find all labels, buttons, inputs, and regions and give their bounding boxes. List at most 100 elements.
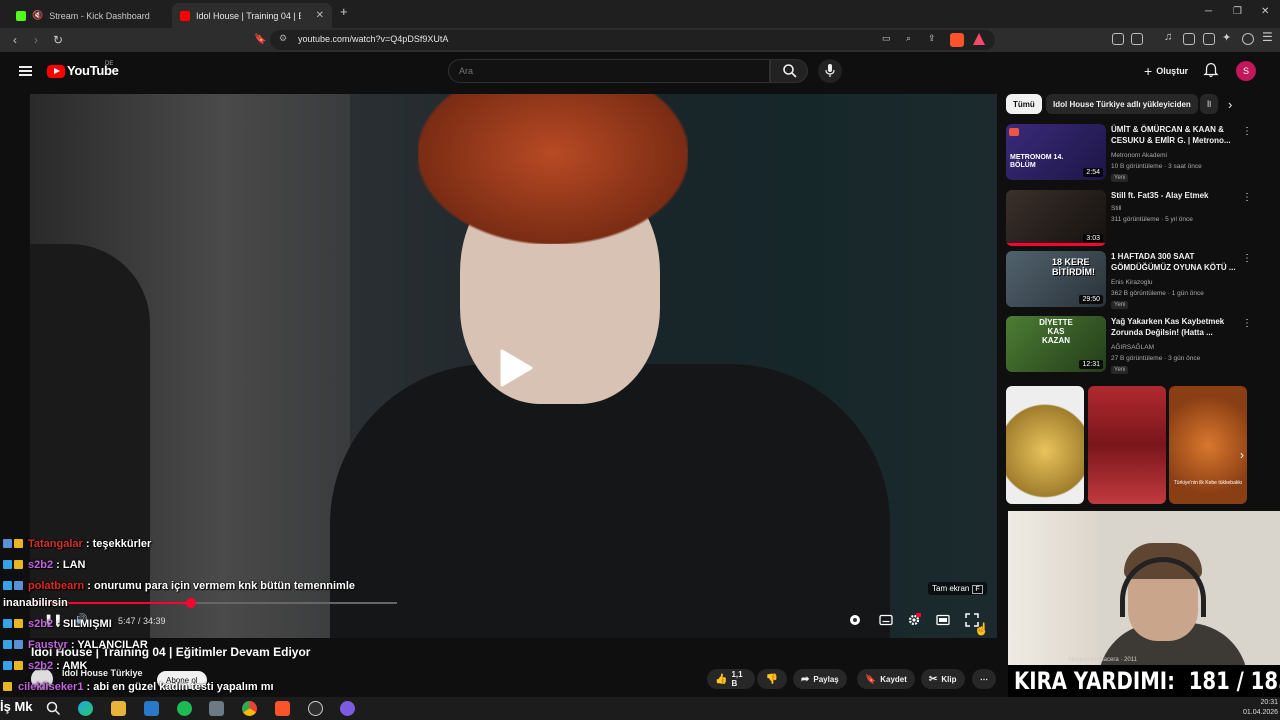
video-thumbnail[interactable]: METRONOM 14. BÖLÜM 2:54 bbox=[1006, 124, 1106, 180]
chip-related[interactable]: İl bbox=[1200, 94, 1218, 114]
chat-badges-icon bbox=[3, 539, 25, 549]
tab-kick-dashboard[interactable]: 🔇 Stream - Kick Dashboard bbox=[8, 3, 168, 28]
notifications-bell-icon[interactable] bbox=[1203, 62, 1219, 78]
leo-ai-icon[interactable]: ✦ bbox=[1222, 31, 1234, 44]
store-icon[interactable] bbox=[144, 701, 159, 716]
chat-message: s2b2 : LAN bbox=[3, 559, 85, 571]
play-icon[interactable] bbox=[498, 348, 534, 388]
video-title[interactable]: 1 HAFTADA 300 SAAT GÖMDÜĞÜMÜZ OYUNA KÖTÜ… bbox=[1111, 251, 1236, 273]
theater-mode-button[interactable] bbox=[936, 613, 950, 627]
video-thumbnail[interactable]: DİYETTE KAS KAZAN 12:31 bbox=[1006, 316, 1106, 372]
video-thumbnail[interactable]: 18 KERE BİTİRDİM! 29:50 bbox=[1006, 251, 1106, 307]
create-label: Oluştur bbox=[1156, 66, 1189, 76]
calculator-icon[interactable] bbox=[209, 701, 224, 716]
menu-icon[interactable]: ☰ bbox=[1262, 30, 1274, 44]
video-title[interactable]: Still ft. Fat35 - Alay Etmek bbox=[1111, 190, 1236, 201]
short-thumbnail[interactable] bbox=[1006, 386, 1084, 504]
video-thumbnail[interactable]: 3:03 bbox=[1006, 190, 1106, 246]
like-button[interactable]: 👍 1,1 B bbox=[707, 669, 755, 689]
youtube-favicon-icon bbox=[180, 10, 190, 21]
shorts-next-chevron-icon[interactable]: › bbox=[1240, 448, 1244, 462]
short-thumbnail[interactable]: Türkiye'nin ilk Kebe tükkebakkı bbox=[1169, 386, 1247, 504]
video-channel[interactable]: Metronom Akademi bbox=[1111, 150, 1167, 161]
video-channel[interactable]: AĞIRSAĞLAM bbox=[1111, 342, 1154, 353]
sidebar-video[interactable]: 18 KERE BİTİRDİM! 29:50 1 HAFTADA 300 SA… bbox=[1006, 251, 1266, 311]
share-button[interactable]: ➦ Paylaş bbox=[793, 669, 847, 689]
search-button[interactable] bbox=[770, 59, 808, 83]
chips-next-chevron-icon[interactable]: › bbox=[1228, 97, 1232, 112]
dislike-button[interactable]: 👎 bbox=[757, 669, 787, 689]
search-icon[interactable] bbox=[46, 701, 61, 716]
account-avatar[interactable]: S bbox=[1236, 61, 1256, 81]
cast-icon[interactable]: ▭ bbox=[882, 33, 891, 44]
fullscreen-tooltip: Tam ekran F bbox=[928, 582, 987, 595]
chat-message: s2b2 : AMK bbox=[3, 660, 88, 672]
chat-text: : SILMIŞMI bbox=[56, 618, 112, 630]
extension-2-icon[interactable] bbox=[1131, 33, 1143, 45]
sidebar-video[interactable]: 3:03 Still ft. Fat35 - Alay Etmek Still … bbox=[1006, 190, 1266, 250]
tab-youtube-video[interactable]: Idol House | Training 04 | Eğit ✕ bbox=[172, 3, 332, 28]
spotify-icon[interactable] bbox=[177, 701, 192, 716]
more-options-icon[interactable]: ⋮ bbox=[1242, 253, 1252, 264]
settings-button[interactable] bbox=[907, 613, 922, 627]
address-bar[interactable]: ⚙ youtube.com/watch?v=Q4pDSf9XUtA ▭ ⌕ ⇪ bbox=[270, 30, 995, 50]
bookmark-icon[interactable]: 🔖 bbox=[254, 32, 266, 48]
chip-from-uploader[interactable]: Idol House Türkiye adlı yükleyiciden bbox=[1046, 94, 1198, 114]
chrome-icon[interactable] bbox=[242, 701, 257, 716]
hamburger-menu-icon[interactable] bbox=[19, 66, 32, 76]
more-actions-button[interactable]: ⋯ bbox=[972, 669, 996, 689]
reload-icon[interactable]: ↻ bbox=[53, 32, 63, 48]
youtube-logo-icon[interactable] bbox=[47, 65, 65, 78]
subtitles-button[interactable] bbox=[879, 613, 893, 627]
forward-icon[interactable]: › bbox=[34, 32, 38, 48]
discord-icon[interactable] bbox=[340, 701, 355, 716]
minimize-icon[interactable]: ─ bbox=[1205, 6, 1212, 17]
save-button[interactable]: 🔖 Kaydet bbox=[857, 669, 915, 689]
share-icon[interactable]: ⇪ bbox=[928, 33, 936, 44]
new-tab-button[interactable]: + bbox=[340, 4, 348, 19]
vpn-icon[interactable] bbox=[1242, 33, 1254, 45]
search-input[interactable] bbox=[448, 59, 770, 83]
new-badge: Yeni bbox=[1111, 301, 1129, 309]
video-channel[interactable]: Enis Kirazoglu bbox=[1111, 277, 1153, 288]
maximize-icon[interactable]: ❐ bbox=[1233, 6, 1242, 17]
video-channel[interactable]: Still bbox=[1111, 203, 1121, 214]
wallet-icon[interactable] bbox=[1203, 33, 1215, 45]
create-button[interactable]: + Oluştur bbox=[1136, 60, 1196, 82]
chip-all[interactable]: Tümü bbox=[1006, 94, 1042, 114]
media-icon[interactable]: ♫ bbox=[1164, 31, 1176, 43]
sidebar-video[interactable]: DİYETTE KAS KAZAN 12:31 Yağ Yakarken Kas… bbox=[1006, 316, 1266, 376]
sidebar-video[interactable]: METRONOM 14. BÖLÜM 2:54 ÜMİT & ÖMÜRCAN &… bbox=[1006, 124, 1266, 184]
video-title[interactable]: ÜMİT & ÖMÜRCAN & KAAN & CESUKU & EMİR G.… bbox=[1111, 124, 1236, 146]
brave-rewards-icon[interactable] bbox=[973, 33, 985, 45]
chat-text: : LAN bbox=[56, 559, 86, 571]
video-meta: 10 B görüntüleme · 3 saat önce bbox=[1111, 163, 1202, 170]
sidebar-toggle-icon[interactable] bbox=[1183, 33, 1195, 45]
site-info-icon[interactable]: ⚙ bbox=[279, 33, 287, 44]
obs-icon[interactable] bbox=[308, 701, 323, 716]
thumbnail-text: 18 KERE BİTİRDİM! bbox=[1052, 257, 1095, 277]
extensions-icon[interactable] bbox=[1112, 33, 1124, 45]
brave-shields-icon[interactable] bbox=[950, 33, 964, 47]
autoplay-icon bbox=[850, 615, 860, 625]
more-options-icon[interactable]: ⋮ bbox=[1242, 126, 1252, 137]
clip-button[interactable]: ✂ Klip bbox=[921, 669, 965, 689]
counter-value: 181 / 185 bbox=[1188, 667, 1280, 695]
zoom-icon[interactable]: ⌕ bbox=[906, 33, 911, 44]
more-options-icon[interactable]: ⋮ bbox=[1242, 318, 1252, 329]
brave-icon[interactable] bbox=[275, 701, 290, 716]
clock-time: 20:31 bbox=[1260, 699, 1279, 706]
autoplay-toggle[interactable] bbox=[848, 613, 862, 627]
short-thumbnail[interactable] bbox=[1088, 386, 1166, 504]
video-title[interactable]: Yağ Yakarken Kas Kaybetmek Zorunda Değil… bbox=[1111, 316, 1236, 338]
video-player[interactable]: Tam ekran F ❚❚ 🔊 5:47 / 34:39 ☝ bbox=[30, 94, 997, 638]
more-options-icon[interactable]: ⋮ bbox=[1242, 192, 1252, 203]
file-explorer-icon[interactable] bbox=[111, 701, 126, 716]
thumbs-up-icon: 👍 bbox=[715, 673, 728, 685]
voice-search-button[interactable] bbox=[818, 59, 842, 83]
back-icon[interactable]: ‹ bbox=[13, 32, 17, 48]
system-clock[interactable]: 20:31 01.04.2026 bbox=[1243, 698, 1278, 718]
close-window-icon[interactable]: ✕ bbox=[1261, 6, 1269, 17]
edge-icon[interactable] bbox=[78, 701, 93, 716]
close-tab-icon[interactable]: ✕ bbox=[316, 10, 324, 21]
